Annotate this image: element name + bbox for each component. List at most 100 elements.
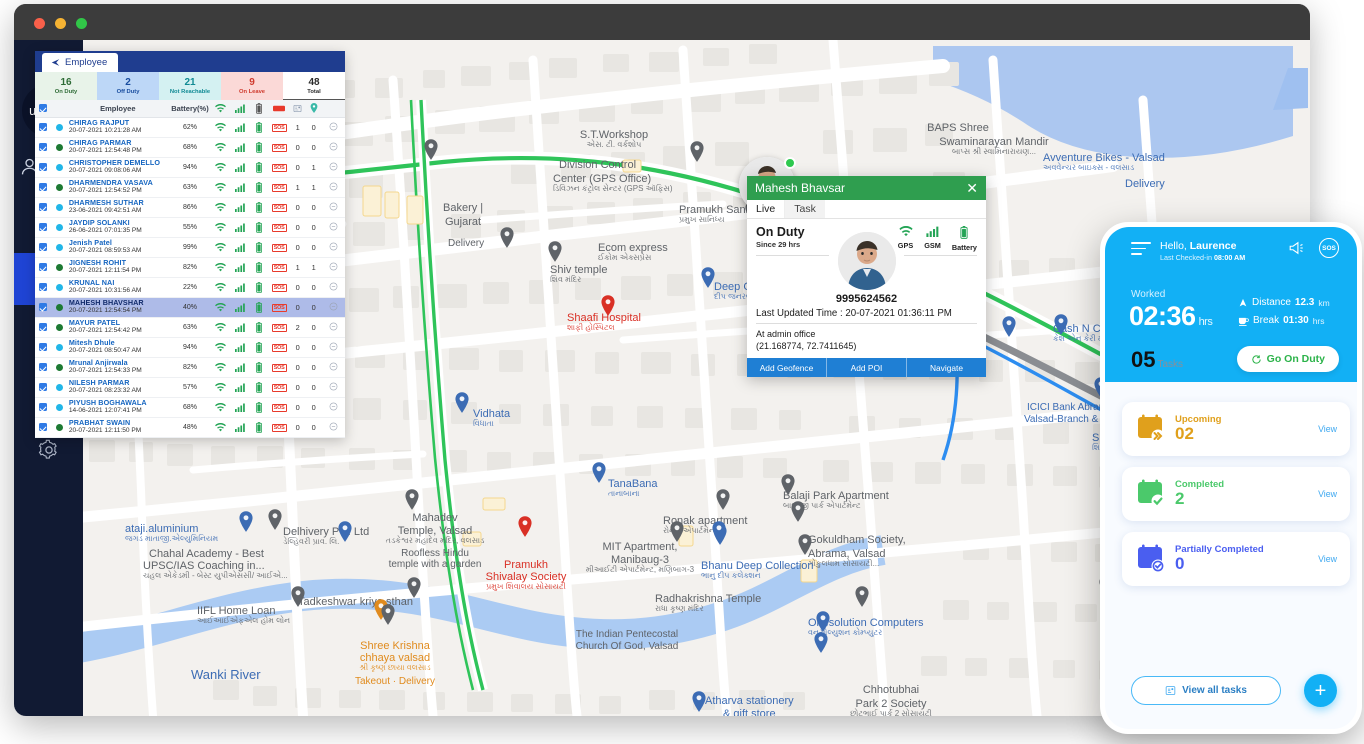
tab-task[interactable]: Task [785, 200, 825, 218]
map-pin-icon[interactable] [239, 511, 254, 532]
row-employee-cell[interactable]: Jenish Patel 20-07-2021 08:59:53 AM [66, 237, 169, 258]
map-pin-icon[interactable] [405, 489, 420, 510]
row-checkbox-cell[interactable] [35, 337, 52, 358]
map-pin-icon[interactable] [500, 227, 515, 248]
add-task-fab[interactable]: + [1304, 674, 1337, 707]
row-employee-cell[interactable]: MAYUR PATEL 20-07-2021 12:54:42 PM [66, 317, 169, 338]
row-employee-cell[interactable]: Mrunal Anjirwala 20-07-2021 12:54:33 PM [66, 357, 169, 378]
stat-off-duty[interactable]: 2 Off Duty [97, 72, 159, 100]
tab-live[interactable]: Live [747, 200, 786, 218]
row-employee-cell[interactable]: DHARMENDRA VASAVA 20-07-2021 12:54:52 PM [66, 177, 169, 198]
map-pin-icon[interactable] [791, 501, 806, 522]
view-all-tasks-button[interactable]: View all tasks [1131, 676, 1281, 705]
row-checkbox[interactable] [39, 363, 48, 371]
row-action-cell[interactable] [321, 177, 345, 198]
row-checkbox-cell[interactable] [35, 377, 52, 398]
row-sos-cell[interactable]: SOS [268, 417, 290, 438]
sos-button[interactable]: SOS [1319, 238, 1339, 258]
close-icon[interactable]: ✕ [966, 181, 978, 195]
map-pin-icon[interactable] [692, 691, 707, 712]
col-select-all[interactable] [35, 100, 52, 118]
stat-not-reachable[interactable]: 21 Not Reachable [159, 72, 221, 100]
row-action-cell[interactable] [321, 277, 345, 298]
table-row[interactable]: Mitesh Dhule 20-07-2021 08:50:47 AM 94% SOS… [35, 337, 345, 358]
task-card[interactable]: Upcoming 02 View [1122, 402, 1350, 456]
row-checkbox[interactable] [39, 263, 48, 271]
row-checkbox-cell[interactable] [35, 357, 52, 378]
row-sos-cell[interactable]: SOS [268, 357, 290, 378]
col-battery-pct[interactable]: Battery(%) [168, 100, 212, 118]
table-row[interactable]: NILESH PARMAR 20-07-2021 08:23:32 AM 57% SO… [35, 377, 345, 398]
map-pin-icon[interactable] [814, 632, 829, 653]
map-pin-icon[interactable] [548, 241, 563, 262]
row-checkbox-cell[interactable] [35, 257, 52, 278]
stat-total[interactable]: 48 Total [283, 72, 345, 100]
row-action-cell[interactable] [321, 137, 345, 158]
row-action-cell[interactable] [321, 257, 345, 278]
row-employee-cell[interactable]: Mitesh Dhule 20-07-2021 08:50:47 AM [66, 337, 169, 358]
table-row[interactable]: MAYUR PATEL 20-07-2021 12:54:42 PM 63% SOS 2… [35, 317, 345, 338]
table-row[interactable]: Mrunal Anjirwala 20-07-2021 12:54:33 PM 82… [35, 357, 345, 378]
row-sos-cell[interactable]: SOS [268, 117, 290, 138]
window-close-button[interactable] [34, 18, 45, 29]
row-action-cell[interactable] [321, 217, 345, 238]
row-checkbox[interactable] [39, 203, 48, 211]
map-pin-icon[interactable] [592, 462, 607, 483]
row-action-cell[interactable] [321, 317, 345, 338]
map-pin-icon[interactable] [518, 516, 533, 537]
map-pin-icon[interactable] [455, 392, 470, 413]
row-action-cell[interactable] [321, 337, 345, 358]
stat-on-leave[interactable]: 9 On Leave [221, 72, 283, 100]
col-sos[interactable] [268, 100, 290, 118]
tab-employee[interactable]: Employee [42, 53, 119, 72]
map-pin-icon[interactable] [855, 586, 870, 607]
row-sos-cell[interactable]: SOS [268, 137, 290, 158]
table-row[interactable]: PIYUSH BOGHAWALA 14-06-2021 12:07:41 PM 68… [35, 397, 345, 418]
add-poi-button[interactable]: Add POI [826, 358, 906, 378]
map-pin-icon[interactable] [781, 474, 796, 495]
select-all-checkbox[interactable] [39, 104, 48, 113]
map-pin-icon[interactable] [601, 295, 616, 316]
table-row[interactable]: MAHESH BHAVSHAR 20-07-2021 12:54:54 PM 40%… [35, 297, 345, 318]
col-signal[interactable] [230, 100, 250, 118]
row-sos-cell[interactable]: SOS [268, 377, 290, 398]
row-checkbox[interactable] [39, 403, 48, 411]
row-employee-cell[interactable]: PRABHAT SWAIN 20-07-2021 12:11:50 PM [66, 417, 169, 438]
row-checkbox-cell[interactable] [35, 217, 52, 238]
row-employee-cell[interactable]: CHIRAG PARMAR 20-07-2021 12:54:48 PM [66, 137, 169, 158]
row-sos-cell[interactable]: SOS [268, 217, 290, 238]
map-pin-icon[interactable] [712, 521, 727, 542]
map-pin-icon[interactable] [690, 141, 705, 162]
row-sos-cell[interactable]: SOS [268, 337, 290, 358]
col-battery[interactable] [249, 100, 269, 118]
row-action-cell[interactable] [321, 197, 345, 218]
row-sos-cell[interactable]: SOS [268, 197, 290, 218]
row-employee-cell[interactable]: JAYDIP SOLANKI 26-06-2021 07:01:35 PM [66, 217, 169, 238]
row-employee-cell[interactable]: MAHESH BHAVSHAR 20-07-2021 12:54:54 PM [66, 297, 169, 318]
row-checkbox[interactable] [39, 323, 48, 331]
row-employee-cell[interactable]: DHARMESH SUTHAR 23-06-2021 09:42:51 AM [66, 197, 169, 218]
map-pin-icon[interactable] [381, 604, 396, 625]
row-sos-cell[interactable]: SOS [268, 277, 290, 298]
map-pin-icon[interactable] [670, 521, 685, 542]
row-action-cell[interactable] [321, 357, 345, 378]
table-row[interactable]: DHARMESH SUTHAR 23-06-2021 09:42:51 AM 86%… [35, 197, 345, 218]
task-card[interactable]: Completed 2 View [1122, 467, 1350, 521]
map-pin-icon[interactable] [291, 586, 306, 607]
row-sos-cell[interactable]: SOS [268, 397, 290, 418]
map-pin-icon[interactable] [424, 139, 439, 160]
row-checkbox-cell[interactable] [35, 277, 52, 298]
map-pin-icon[interactable] [701, 267, 716, 288]
table-row[interactable]: KRUNAL NAI 20-07-2021 10:31:56 AM 22% SOS 0 0 [35, 277, 345, 298]
row-employee-cell[interactable]: NILESH PARMAR 20-07-2021 08:23:32 AM [66, 377, 169, 398]
col-notes[interactable] [289, 100, 306, 118]
map-pin-icon[interactable] [716, 489, 731, 510]
row-action-cell[interactable] [321, 237, 345, 258]
map-pin-icon[interactable] [407, 577, 422, 598]
map-pin-icon[interactable] [816, 611, 831, 632]
row-employee-cell[interactable]: CHRISTOPHER DEMELLO 20-07-2021 09:08:06 A… [66, 157, 169, 178]
task-card-view-link[interactable]: View [1318, 554, 1337, 564]
row-checkbox[interactable] [39, 303, 48, 311]
row-checkbox[interactable] [39, 383, 48, 391]
task-card-view-link[interactable]: View [1318, 489, 1337, 499]
